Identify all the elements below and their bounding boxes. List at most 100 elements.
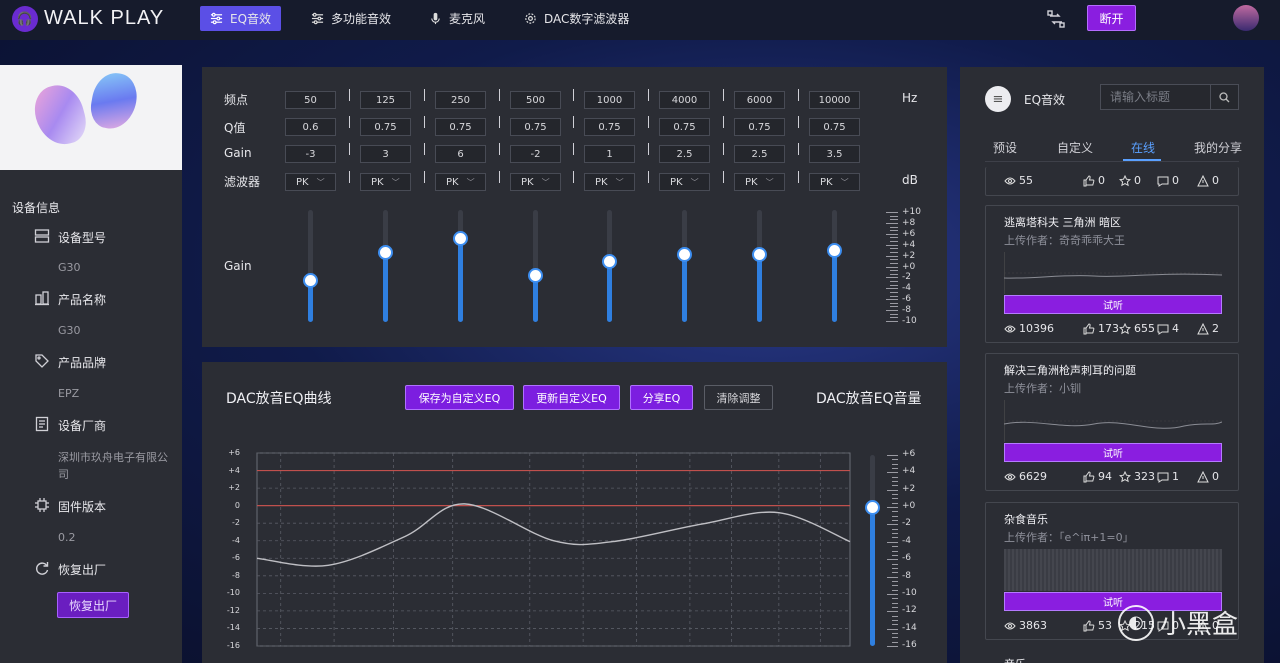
y-tick-label: -2 bbox=[232, 518, 240, 528]
slider-handle[interactable] bbox=[378, 245, 393, 260]
band-gain-slider[interactable] bbox=[752, 210, 767, 322]
comments-stat[interactable]: 4 bbox=[1157, 322, 1179, 335]
band-gain-field[interactable]: 2.5 bbox=[659, 145, 710, 163]
warnings-stat[interactable]: 2 bbox=[1197, 322, 1219, 335]
band-filter-select[interactable]: PK ﹀ bbox=[510, 173, 561, 191]
band-q-field[interactable]: 0.75 bbox=[360, 118, 411, 136]
band-filter-select[interactable]: PK ﹀ bbox=[360, 173, 411, 191]
stars-stat[interactable]: 0 bbox=[1119, 174, 1141, 187]
eq-card[interactable]: 解决三角洲枪声刺耳的问题 上传作者：小钏 试听 6629 94 323 1 0 bbox=[985, 353, 1239, 491]
tab-online[interactable]: 在线 bbox=[1131, 139, 1155, 156]
likes-stat[interactable]: 173 bbox=[1083, 322, 1119, 335]
eq-curve-chart bbox=[256, 452, 851, 647]
band-filter-select[interactable]: PK ﹀ bbox=[584, 173, 635, 191]
volume-tick-label: -12 bbox=[902, 605, 917, 616]
eq-curve-line bbox=[256, 503, 851, 567]
eye-icon bbox=[1004, 177, 1016, 184]
band-freq-field[interactable]: 4000 bbox=[659, 91, 710, 109]
likes-stat[interactable]: 53 bbox=[1083, 619, 1112, 632]
band-freq-field[interactable]: 1000 bbox=[584, 91, 635, 109]
band-gain-slider[interactable] bbox=[378, 210, 393, 322]
gain-scale-label: -2 bbox=[902, 272, 911, 283]
band-q-field[interactable]: 0.6 bbox=[285, 118, 336, 136]
slider-handle[interactable] bbox=[677, 247, 692, 262]
slider-handle[interactable] bbox=[827, 243, 842, 258]
warnings-stat[interactable]: 0 bbox=[1197, 174, 1219, 187]
stars-stat[interactable]: 655 bbox=[1119, 322, 1155, 335]
band-gain-slider[interactable] bbox=[602, 210, 617, 322]
band-gain-field[interactable]: -2 bbox=[510, 145, 561, 163]
warnings-stat[interactable]: 0 bbox=[1197, 470, 1219, 483]
slider-handle[interactable] bbox=[752, 247, 767, 262]
tab-my-share[interactable]: 我的分享 bbox=[1194, 139, 1242, 156]
partial-card-title: 音乐 bbox=[1004, 656, 1026, 663]
band-gain-field[interactable]: -3 bbox=[285, 145, 336, 163]
volume-handle[interactable] bbox=[865, 500, 880, 516]
slider-handle[interactable] bbox=[528, 268, 543, 283]
comments-stat[interactable]: 0 bbox=[1157, 174, 1179, 187]
band-q-field[interactable]: 0.75 bbox=[659, 118, 710, 136]
manufacturer-icon bbox=[35, 416, 49, 432]
band-q-field[interactable]: 0.75 bbox=[734, 118, 785, 136]
band-gain-field[interactable]: 3.5 bbox=[809, 145, 860, 163]
band-filter-select[interactable]: PK ﹀ bbox=[285, 173, 336, 191]
likes-stat[interactable]: 0 bbox=[1083, 174, 1105, 187]
tab-dac-filter-label: DAC数字滤波器 bbox=[544, 12, 630, 26]
avatar[interactable] bbox=[1233, 5, 1259, 31]
band-freq-field[interactable]: 125 bbox=[360, 91, 411, 109]
comments-stat[interactable]: 1 bbox=[1157, 470, 1179, 483]
thumbs-up-icon bbox=[1083, 322, 1095, 334]
freq-unit: Hz bbox=[902, 91, 918, 105]
chevron-down-icon: ﹀ bbox=[466, 177, 475, 187]
gain-scale-label: -4 bbox=[902, 283, 911, 294]
band-gain-field[interactable]: 2.5 bbox=[734, 145, 785, 163]
tab-eq[interactable]: EQ音效 bbox=[200, 6, 282, 31]
listen-button[interactable]: 试听 bbox=[1004, 295, 1222, 314]
band-filter-select[interactable]: PK ﹀ bbox=[659, 173, 710, 191]
band-q-field[interactable]: 0.75 bbox=[510, 118, 561, 136]
slider-handle[interactable] bbox=[602, 254, 617, 269]
band-gain-field[interactable]: 3 bbox=[360, 145, 411, 163]
tab-multi-effect[interactable]: 多功能音效 bbox=[301, 6, 401, 31]
restore-factory-button[interactable]: 恢复出厂 bbox=[57, 592, 129, 618]
slider-handle[interactable] bbox=[453, 231, 468, 246]
volume-tick-label: +0 bbox=[902, 501, 916, 512]
tab-custom[interactable]: 自定义 bbox=[1057, 139, 1093, 156]
tab-microphone[interactable]: 麦克风 bbox=[419, 6, 495, 31]
search-input[interactable] bbox=[1101, 90, 1201, 104]
likes-stat[interactable]: 94 bbox=[1083, 470, 1112, 483]
band-filter-select[interactable]: PK ﹀ bbox=[734, 173, 785, 191]
band-gain-slider[interactable] bbox=[303, 210, 318, 322]
listen-button[interactable]: 试听 bbox=[1004, 443, 1222, 462]
disconnect-button[interactable]: 断开 bbox=[1087, 5, 1136, 31]
band-q-field[interactable]: 0.75 bbox=[809, 118, 860, 136]
band-freq-field[interactable]: 500 bbox=[510, 91, 561, 109]
product-name-icon bbox=[35, 291, 49, 306]
band-gain-slider[interactable] bbox=[827, 210, 842, 322]
band-filter-select[interactable]: PK ﹀ bbox=[435, 173, 486, 191]
y-tick-label: 0 bbox=[234, 500, 240, 510]
tab-dac-filter[interactable]: DAC数字滤波器 bbox=[514, 6, 639, 31]
search-icon[interactable] bbox=[1210, 85, 1238, 109]
band-freq-field[interactable]: 50 bbox=[285, 91, 336, 109]
y-tick-label: -10 bbox=[226, 588, 240, 598]
band-gain-field[interactable]: 1 bbox=[584, 145, 635, 163]
freq-row-label: 频点 bbox=[224, 93, 249, 107]
band-freq-field[interactable]: 10000 bbox=[809, 91, 860, 109]
eq-card-partial[interactable]: 55 0 0 0 0 bbox=[985, 167, 1239, 196]
band-filter-select[interactable]: PK ﹀ bbox=[809, 173, 860, 191]
band-freq-field[interactable]: 250 bbox=[435, 91, 486, 109]
band-gain-slider[interactable] bbox=[453, 210, 468, 322]
band-freq-field[interactable]: 6000 bbox=[734, 91, 785, 109]
tab-eq-label: EQ音效 bbox=[230, 12, 272, 26]
tab-preset[interactable]: 预设 bbox=[993, 139, 1017, 156]
band-q-field[interactable]: 0.75 bbox=[584, 118, 635, 136]
stars-stat[interactable]: 323 bbox=[1119, 470, 1155, 483]
switch-device-icon[interactable] bbox=[1047, 10, 1065, 28]
band-gain-field[interactable]: 6 bbox=[435, 145, 486, 163]
band-gain-slider[interactable] bbox=[677, 210, 692, 322]
eq-card[interactable]: 逃离塔科夫 三角洲 暗区 上传作者：奇奇乖乖大王 试听 10396 173 65… bbox=[985, 205, 1239, 343]
band-gain-slider[interactable] bbox=[528, 210, 543, 322]
slider-handle[interactable] bbox=[303, 273, 318, 288]
band-q-field[interactable]: 0.75 bbox=[435, 118, 486, 136]
